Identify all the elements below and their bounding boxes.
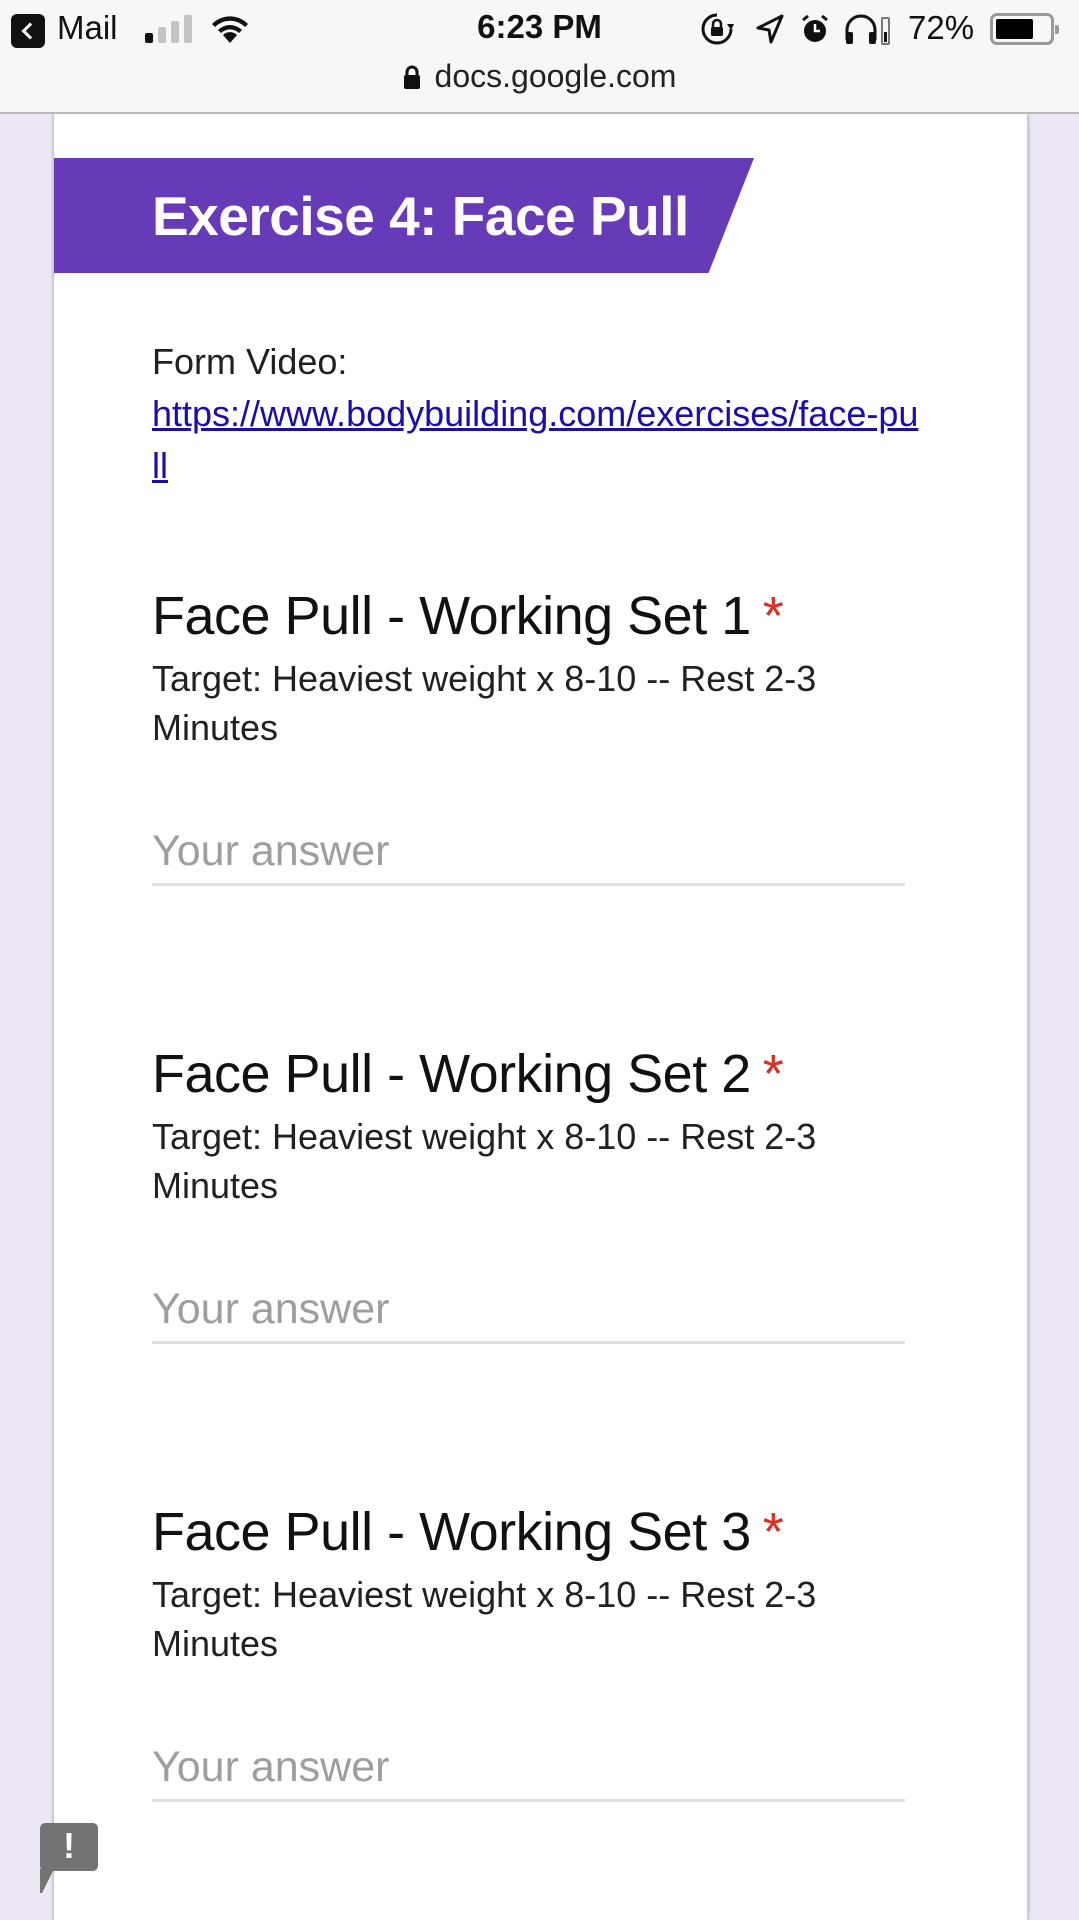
answer-input-set-3[interactable] [152, 1736, 905, 1802]
required-asterisk: * [762, 1502, 784, 1562]
question-title: Face Pull - Working Set 1 * [152, 586, 784, 646]
wifi-icon [212, 16, 248, 43]
question-set-2: Face Pull - Working Set 2 * Target: Heavi… [152, 1042, 932, 1344]
url-bar[interactable]: docs.google.com [0, 58, 1079, 108]
answer-input-set-2[interactable] [152, 1278, 905, 1344]
question-title: Face Pull - Working Set 2 * [152, 1044, 784, 1104]
battery-icon [990, 13, 1059, 45]
status-bar: Mail 6:23 PM 72% [0, 0, 1079, 58]
alarm-clock-icon [802, 14, 828, 42]
cellular-signal-icon [145, 15, 195, 43]
lock-icon [403, 65, 420, 89]
rotation-lock-icon [701, 13, 734, 45]
report-feedback-button[interactable]: ! [40, 1823, 98, 1893]
headphones-icon [845, 14, 890, 45]
description-label: Form Video: [152, 341, 348, 382]
answer-input-set-1[interactable] [152, 820, 905, 886]
section-header-banner: Exercise 4: Face Pull [54, 158, 754, 273]
question-set-3: Face Pull - Working Set 3 * Target: Heavi… [152, 1500, 932, 1802]
required-asterisk: * [762, 586, 784, 646]
question-set-1: Face Pull - Working Set 1 * Target: Heavi… [152, 584, 932, 886]
section-title: Exercise 4: Face Pull [152, 185, 689, 247]
section-description: Form Video: https://www.bodybuilding.com… [152, 336, 922, 492]
back-arrow-icon[interactable] [11, 14, 45, 48]
form-video-link[interactable]: https://www.bodybuilding.com/exercises/f… [152, 388, 922, 492]
back-to-app-link[interactable]: Mail [57, 9, 118, 47]
question-help-text: Target: Heaviest weight x 8-10 -- Rest 2… [152, 1116, 817, 1206]
form-card: Exercise 4: Face Pull Form Video: https:… [54, 114, 1027, 1920]
browser-chrome: Mail 6:23 PM 72% docs.google.com [0, 0, 1079, 114]
battery-percent: 72% [908, 9, 975, 46]
report-feedback-icon: ! [63, 1825, 75, 1866]
required-asterisk: * [762, 1044, 784, 1104]
question-help-text: Target: Heaviest weight x 8-10 -- Rest 2… [152, 1574, 817, 1664]
question-help-text: Target: Heaviest weight x 8-10 -- Rest 2… [152, 658, 817, 748]
location-arrow-icon [756, 14, 784, 44]
question-title: Face Pull - Working Set 3 * [152, 1502, 784, 1562]
url-text[interactable]: docs.google.com [435, 58, 677, 95]
